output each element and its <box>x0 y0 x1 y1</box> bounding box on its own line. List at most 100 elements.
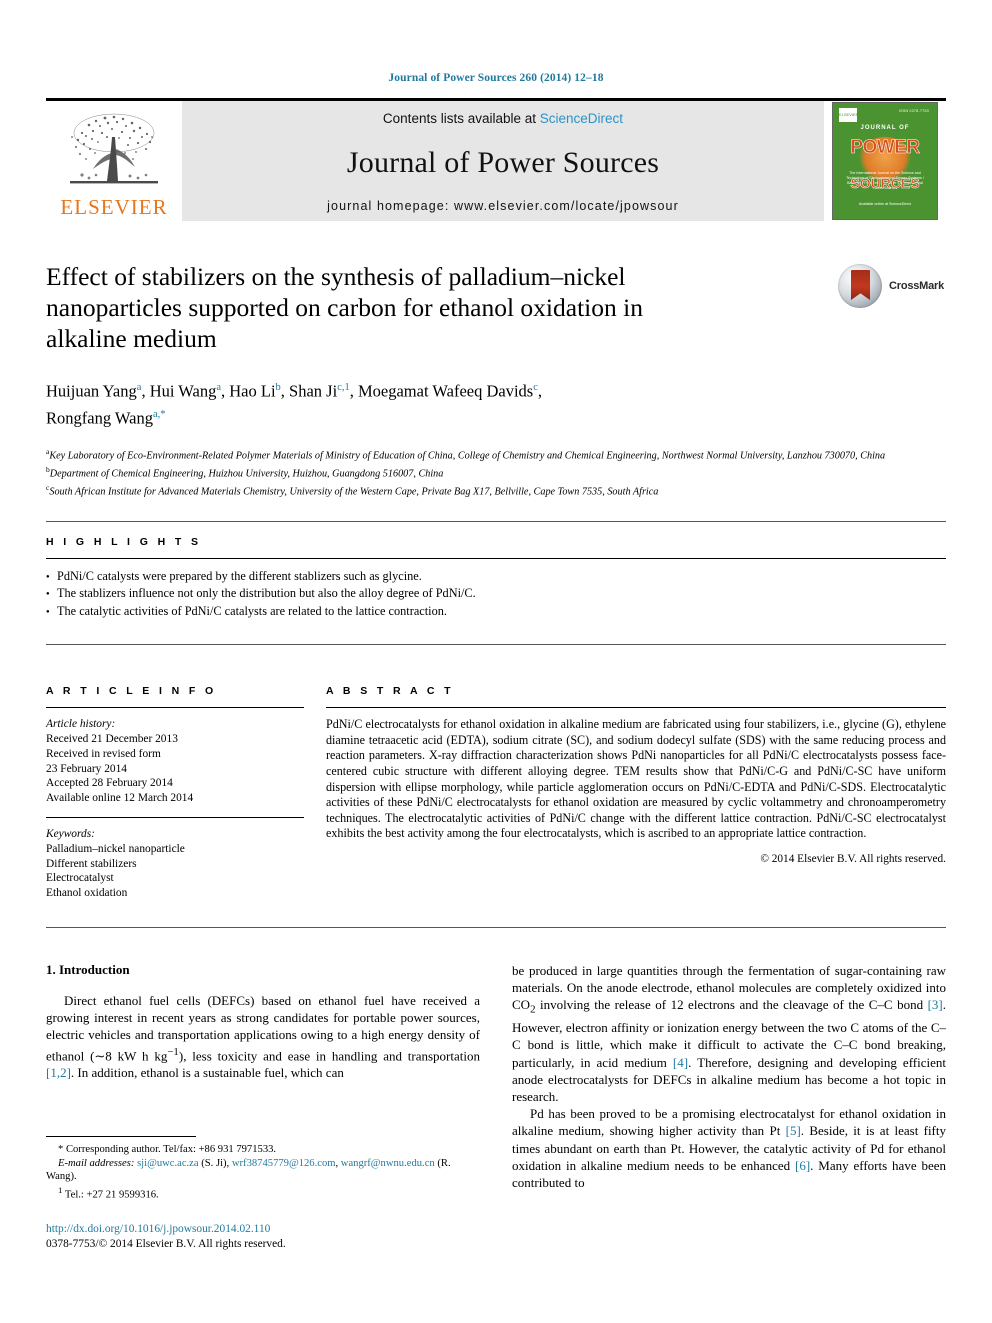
article-info-rule <box>46 707 304 709</box>
sciencedirect-link[interactable]: ScienceDirect <box>540 111 623 126</box>
issn-copyright-line: 0378-7753/© 2014 Elsevier B.V. All right… <box>46 1237 286 1250</box>
author-mark: c,1 <box>337 382 350 393</box>
affiliation-b: bDepartment of Chemical Engineering, Hui… <box>46 464 444 480</box>
list-item: The stablizers influence not only the di… <box>46 585 946 603</box>
journal-masthead: ELSEVIER Contents lists available at Sci… <box>46 98 946 221</box>
contents-text: Contents lists available at <box>382 111 537 126</box>
abstract-text: PdNi/C electrocatalysts for ethanol oxid… <box>326 717 946 841</box>
history-item: Received 21 December 2013 <box>46 732 178 745</box>
abstract-copyright: © 2014 Elsevier B.V. All rights reserved… <box>760 852 946 865</box>
doi-link[interactable]: http://dx.doi.org/10.1016/j.jpowsour.201… <box>46 1222 480 1237</box>
page-title: Effect of stabilizers on the synthesis o… <box>46 262 643 353</box>
keyword-item: Palladium–nickel nanoparticle <box>46 842 185 855</box>
author-mark: a,* <box>152 408 166 420</box>
history-item: 23 February 2014 <box>46 762 127 775</box>
elsevier-tree-icon <box>70 113 158 184</box>
info-abstract-block: A R T I C L E I N F O Article history: R… <box>46 671 946 901</box>
elsevier-logo: ELSEVIER <box>46 101 182 221</box>
cover-sources-word: SOURCES <box>850 175 920 191</box>
article-page: Journal of Power Sources 260 (2014) 12–1… <box>0 0 992 1323</box>
title-zone: Effect of stabilizers on the synthesis o… <box>46 261 946 499</box>
right-text-b: involving the release of 12 electrons an… <box>535 997 928 1013</box>
highlights-list: PdNi/C catalysts were prepared by the di… <box>46 568 946 621</box>
citation-link-4[interactable]: [4] <box>673 1055 688 1070</box>
email-link-2[interactable]: wrf38745779@126.com <box>232 1158 336 1169</box>
affiliation-c: cSouth African Institute for Advanced Ma… <box>46 482 659 498</box>
author-list: Huijuan Yanga, Hui Wanga, Hao Lib, Shan … <box>46 376 746 429</box>
corresponding-author-note: * Corresponding author. Tel/fax: +86 931… <box>58 1144 277 1155</box>
list-item: PdNi/C catalysts were prepared by the di… <box>46 568 946 586</box>
author-line-2: Rongfang Wanga,* <box>46 408 166 427</box>
citation-link-1-2[interactable]: [1,2] <box>46 1065 71 1080</box>
highlights-rule <box>46 557 946 559</box>
crossmark-badge[interactable]: CrossMark <box>838 263 946 309</box>
email-link-1[interactable]: sji@uwc.ac.za <box>137 1158 199 1169</box>
running-head: Journal of Power Sources 260 (2014) 12–1… <box>388 72 604 84</box>
affiliation-a: aKey Laboratory of Eco-Environment-Relat… <box>46 447 886 462</box>
keywords-rule <box>46 816 304 818</box>
intro-text-b: ), less toxicity and ease in handling an… <box>178 1047 480 1063</box>
author-mark: b <box>275 382 281 393</box>
keywords-heading: Keywords: <box>46 827 95 840</box>
cover-power-word: POWER <box>850 137 920 158</box>
history-item: Accepted 28 February 2014 <box>46 777 173 790</box>
journal-cover-thumbnail: ELSEVIER ISSN 0378-7753 JOURNAL OF POWER… <box>824 101 946 221</box>
elsevier-wordmark: ELSEVIER <box>60 195 168 219</box>
email-note: E-mail addresses: sji@uwc.ac.za (S. Ji),… <box>46 1157 451 1183</box>
affiliation-c-text: South African Institute for Advanced Mat… <box>49 486 659 498</box>
cover-footer: Available online at ScienceDirect <box>858 202 912 206</box>
article-history: Article history: Received 21 December 20… <box>46 717 304 806</box>
article-info-heading: A R T I C L E I N F O <box>46 685 217 698</box>
abstract-rule <box>326 707 946 709</box>
author-line-1: Huijuan Yanga, Hui Wanga, Hao Lib, Shan … <box>46 381 543 401</box>
journal-banner: Contents lists available at ScienceDirec… <box>182 101 824 221</box>
keyword-item: Different stabilizers <box>46 857 137 870</box>
body-divider <box>46 926 946 928</box>
author-mark: c <box>533 382 538 393</box>
tel-note: 1 Tel.: +27 21 9599316. <box>46 1184 480 1202</box>
abstract-column: A B S T R A C T PdNi/C electrocatalysts … <box>326 671 946 901</box>
cover-journal-of: JOURNAL OF <box>860 125 910 131</box>
abstract-heading: A B S T R A C T <box>326 685 454 698</box>
crossmark-icon <box>838 264 882 308</box>
history-item: Received in revised form <box>46 747 161 760</box>
cover-image: ELSEVIER ISSN 0378-7753 JOURNAL OF POWER… <box>832 102 938 220</box>
cover-issn: ISSN 0378-7753 <box>898 109 929 113</box>
tel-text: Tel.: +27 21 9599316. <box>64 1189 159 1201</box>
affiliation-a-text: Key Laboratory of Eco-Environment-Relate… <box>49 450 886 462</box>
journal-title: Journal of Power Sources <box>346 145 660 179</box>
list-item: The catalytic activities of PdNi/C catal… <box>46 603 946 621</box>
body-column-right: be produced in large quantities through … <box>512 962 946 1191</box>
contents-available-line: Contents lists available at ScienceDirec… <box>383 111 623 126</box>
crossmark-label: CrossMark <box>889 280 945 292</box>
affiliation-b-text: Department of Chemical Engineering, Huiz… <box>49 468 444 480</box>
history-item: Available online 12 March 2014 <box>46 792 194 805</box>
author-mark: a <box>216 382 222 393</box>
intro-text-c: . In addition, ethanol is a sustainable … <box>70 1065 344 1081</box>
footnote-area: * Corresponding author. Tel/fax: +86 931… <box>46 1136 480 1252</box>
citation-link-3[interactable]: [3] <box>928 997 943 1012</box>
keyword-item: Ethanol oxidation <box>46 887 128 900</box>
intro-paragraph-right-1: be produced in large quantities through … <box>512 962 946 1105</box>
section-heading-introduction: 1. Introduction <box>46 961 130 977</box>
affiliation-list: aKey Laboratory of Eco-Environment-Relat… <box>46 445 946 499</box>
intro-paragraph-right-2: Pd has been proved to be a promising ele… <box>512 1105 946 1191</box>
info-divider <box>46 644 946 646</box>
footnote-rule <box>46 1136 196 1137</box>
keyword-item: Electrocatalyst <box>46 872 114 885</box>
intro-paragraph-left: Direct ethanol fuel cells (DEFCs) based … <box>46 992 480 1081</box>
journal-homepage-link[interactable]: journal homepage: www.elsevier.com/locat… <box>327 199 679 213</box>
intro-superscript: −1 <box>167 1045 179 1058</box>
author-mark: a <box>136 382 142 393</box>
email-link-3[interactable]: wangrf@nwnu.edu.cn <box>341 1158 435 1169</box>
tel-mark: 1 <box>58 1184 63 1195</box>
article-history-heading: Article history: <box>46 718 116 731</box>
highlights-heading: H I G H L I G H T S <box>46 535 202 548</box>
email-owner-1: (S. Ji), <box>201 1157 230 1169</box>
email-label: E-mail addresses: <box>58 1157 135 1169</box>
citation-link-5[interactable]: [5] <box>786 1123 801 1138</box>
keywords-block: Keywords: Palladium–nickel nanoparticle … <box>46 827 304 901</box>
article-info-column: A R T I C L E I N F O Article history: R… <box>46 671 326 901</box>
doi-block: http://dx.doi.org/10.1016/j.jpowsour.201… <box>46 1222 480 1252</box>
citation-link-6[interactable]: [6] <box>795 1158 810 1173</box>
